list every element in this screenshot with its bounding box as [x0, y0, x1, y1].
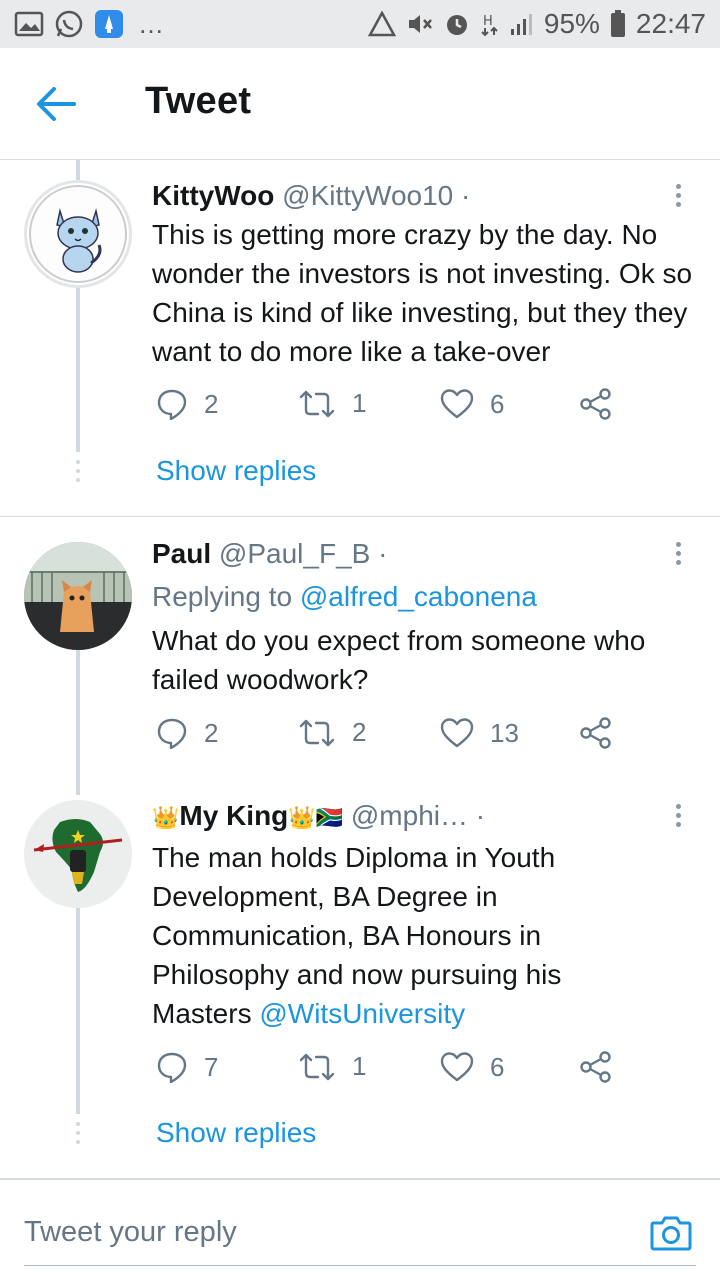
- separator-dot: ·: [475, 800, 486, 831]
- battery-percent: 95%: [543, 8, 600, 39]
- app-header: Tweet: [0, 48, 720, 160]
- share-button[interactable]: [580, 1051, 612, 1083]
- like-count: 6: [490, 388, 505, 419]
- battery-icon: [610, 10, 626, 38]
- africa-logo-avatar-image: [24, 800, 132, 908]
- like-icon: [440, 718, 474, 748]
- crown-emoji: 👑: [152, 805, 180, 830]
- retweet-count: 2: [352, 717, 367, 747]
- signal-icon: [510, 11, 534, 37]
- avatar[interactable]: [24, 542, 132, 650]
- replying-to-line: Replying to @alfred_cabonena: [152, 577, 707, 616]
- like-count: 13: [490, 717, 519, 748]
- retweet-icon: [299, 1053, 335, 1080]
- network-h-icon: H: [480, 11, 500, 37]
- more-vertical-icon[interactable]: [668, 538, 688, 574]
- back-arrow-icon: [37, 87, 76, 121]
- retweet-icon: [299, 390, 335, 417]
- reply-icon: [157, 1052, 187, 1083]
- reply-count: 7: [204, 1051, 219, 1082]
- camera-button[interactable]: [650, 1214, 692, 1257]
- reply-button[interactable]: 2: [156, 388, 218, 420]
- tweet-actions: 2 2 13: [156, 717, 626, 757]
- data-saver-icon: [367, 11, 396, 37]
- separator-dot: ·: [378, 538, 388, 569]
- name-emojis: 👑🇿🇦: [288, 805, 344, 830]
- kitty-avatar-image: [29, 185, 127, 283]
- show-replies-link[interactable]: Show replies: [156, 1117, 316, 1149]
- reply-count: 2: [204, 717, 219, 748]
- status-bar: … H 95% 22:47: [0, 0, 720, 48]
- thread-line: [76, 160, 80, 180]
- retweet-button[interactable]: 1: [298, 388, 366, 419]
- thread-line: [76, 908, 80, 1114]
- reply-input[interactable]: Tweet your reply: [24, 1216, 237, 1249]
- tweet-header: KittyWoo @KittyWoo10 ·: [152, 180, 470, 212]
- camera-icon: [650, 1216, 692, 1251]
- share-icon: [580, 1051, 611, 1083]
- retweet-count: 1: [352, 1051, 367, 1081]
- tweet-header: Paul @Paul_F_B ·: [152, 538, 387, 570]
- avatar[interactable]: [24, 800, 132, 908]
- tweet-header: 👑My King👑🇿🇦 @mphi… ·: [152, 800, 485, 832]
- avatar[interactable]: [24, 180, 132, 288]
- tweet-text: This is getting more crazy by the day. N…: [152, 219, 693, 367]
- retweet-count: 1: [352, 388, 367, 418]
- tweet-text: The man holds Diploma in Youth Developme…: [152, 838, 602, 1033]
- gallery-icon: [14, 11, 44, 37]
- reply-icon: [157, 389, 187, 420]
- mute-icon: [406, 11, 434, 37]
- share-button[interactable]: [580, 388, 612, 420]
- input-underline: [24, 1265, 696, 1266]
- share-icon: [580, 717, 611, 749]
- svg-text:H: H: [483, 14, 493, 29]
- replying-to-mention[interactable]: @alfred_cabonena: [300, 581, 537, 612]
- tweet-actions: 7 1 6: [156, 1051, 626, 1091]
- like-button[interactable]: 6: [440, 1051, 504, 1083]
- divider: [0, 516, 720, 517]
- show-replies-link[interactable]: Show replies: [156, 455, 316, 487]
- share-button[interactable]: [580, 717, 612, 749]
- display-name[interactable]: My King: [179, 800, 288, 831]
- username[interactable]: @mphi…: [351, 800, 468, 831]
- reply-composer: Tweet your reply: [0, 1178, 720, 1280]
- thread-line: [76, 650, 80, 795]
- username[interactable]: @KittyWoo10: [282, 180, 453, 211]
- reply-count: 2: [204, 388, 219, 419]
- reply-button[interactable]: 2: [156, 717, 218, 749]
- like-icon: [440, 389, 474, 419]
- page-title: Tweet: [145, 80, 252, 122]
- retweet-button[interactable]: 1: [298, 1051, 366, 1082]
- display-name[interactable]: KittyWoo: [152, 180, 274, 211]
- retweet-icon: [299, 719, 335, 746]
- thread-dots: [76, 460, 80, 487]
- back-button[interactable]: [34, 84, 78, 124]
- tweet-actions: 2 1 6: [156, 388, 626, 428]
- thread-line: [76, 282, 80, 452]
- more-notifications-icon: …: [138, 8, 164, 39]
- cat-photo-avatar-image: [24, 542, 132, 650]
- tweet-text: What do you expect from someone who fail…: [152, 625, 646, 695]
- alarm-icon: [444, 11, 470, 37]
- like-button[interactable]: 6: [440, 388, 504, 420]
- like-button[interactable]: 13: [440, 717, 519, 749]
- share-icon: [580, 388, 611, 420]
- clock: 22:47: [635, 8, 706, 39]
- username[interactable]: @Paul_F_B: [219, 538, 370, 569]
- retweet-button[interactable]: 2: [298, 717, 366, 748]
- reply-button[interactable]: 7: [156, 1051, 218, 1083]
- whatsapp-icon: [54, 9, 84, 39]
- replying-to-prefix: Replying to: [152, 581, 300, 612]
- like-icon: [440, 1052, 474, 1082]
- more-vertical-icon[interactable]: [668, 800, 688, 836]
- thread-dots: [76, 1122, 80, 1149]
- like-count: 6: [490, 1051, 505, 1082]
- app-notification-icon: [94, 9, 124, 39]
- separator-dot: ·: [461, 180, 471, 211]
- display-name[interactable]: Paul: [152, 538, 211, 569]
- reply-icon: [157, 718, 187, 749]
- more-vertical-icon[interactable]: [668, 180, 688, 216]
- tweet-mention[interactable]: @WitsUniversity: [259, 998, 465, 1029]
